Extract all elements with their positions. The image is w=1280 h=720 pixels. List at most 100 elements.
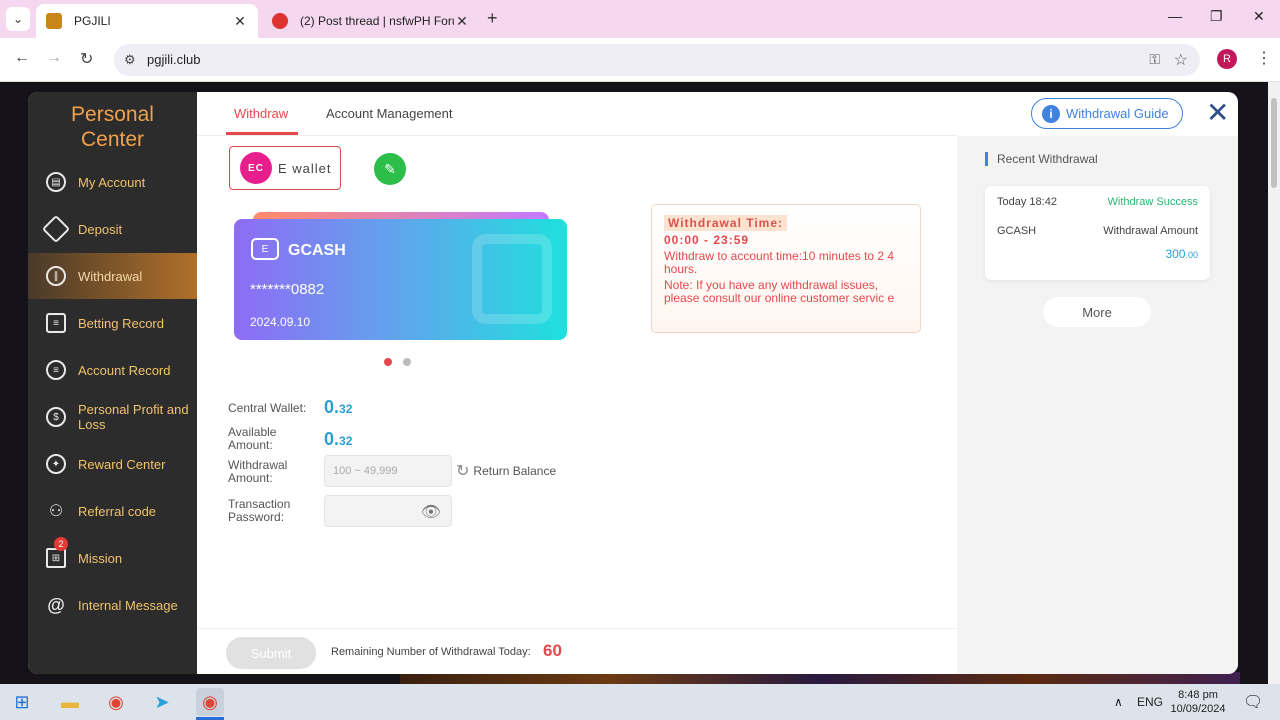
close-modal-icon[interactable]: ✕ [1206, 96, 1229, 129]
close-tab-icon[interactable]: ✕ [232, 13, 248, 30]
carousel-dot[interactable] [403, 358, 411, 366]
sidebar: Personal Center ▤ My Account Deposit ∥ W… [28, 92, 197, 674]
browser-tab-pgjili[interactable]: PGJILI ✕ [36, 4, 258, 38]
tab-withdraw[interactable]: Withdraw [234, 106, 288, 121]
sidebar-item-label: Referral code [78, 503, 157, 519]
available-dec: 32 [339, 434, 353, 448]
password-key-icon[interactable]: ⚿ [1149, 51, 1160, 68]
scrollbar-thumb[interactable] [1271, 98, 1277, 188]
address-bar: ← → ↻ ⚙ pgjili.club ⚿ ☆ [0, 38, 1280, 82]
personal-center-modal: Personal Center ▤ My Account Deposit ∥ W… [28, 92, 1238, 674]
carousel-dot-active[interactable] [384, 358, 392, 366]
sidebar-item-profit-loss[interactable]: $ Personal Profit and Loss [28, 394, 197, 440]
back-icon[interactable]: ← [14, 49, 30, 67]
page-scrollbar[interactable] [1268, 82, 1280, 684]
language-indicator[interactable]: ENG [1137, 695, 1163, 709]
chrome-icon[interactable]: ◉ [102, 688, 130, 716]
recent-withdrawal-item[interactable]: Today 18:42 Withdraw Success GCASH Withd… [985, 186, 1210, 280]
restore-icon[interactable]: ❐ [1210, 8, 1223, 25]
sidebar-item-label: Reward Center [78, 456, 166, 472]
withdrawal-guide-button[interactable]: i Withdrawal Guide [1031, 98, 1183, 129]
ewallet-button[interactable]: EC E wallet [229, 146, 341, 190]
close-window-icon[interactable]: ✕ [1253, 8, 1265, 25]
time-box-range: 00:00 - 23:59 [664, 233, 750, 247]
ewallet-label: E wallet [278, 160, 332, 176]
sidebar-item-internal-message[interactable]: @ Internal Message [28, 582, 197, 628]
mission-badge: 2 [54, 537, 68, 551]
withdraw-amount-label: Withdrawal Amount [1103, 225, 1198, 237]
pgjili-favicon-icon [46, 13, 62, 29]
time-box-line1: Withdraw to account time:10 minutes to 2… [664, 249, 895, 276]
return-balance-button[interactable]: ↻ Return Balance [456, 461, 556, 481]
sidebar-item-deposit[interactable]: Deposit [28, 206, 197, 252]
profile-avatar[interactable]: R [1217, 49, 1237, 69]
sidebar-title-line1: Personal [71, 103, 154, 126]
active-tab-underline [226, 132, 298, 135]
withdraw-time: Today 18:42 [997, 196, 1057, 208]
more-button[interactable]: More [1043, 297, 1151, 327]
card-name: GCASH [288, 242, 346, 259]
menu-kebab-icon[interactable]: ⋮ [1256, 48, 1272, 68]
tab-account-management[interactable]: Account Management [326, 106, 452, 121]
file-explorer-icon[interactable]: ▬ [56, 688, 84, 716]
url-text[interactable]: pgjili.club [147, 52, 200, 67]
withdraw-panel: Withdraw Account Management EC E wallet … [197, 92, 957, 674]
tab-search-icon[interactable]: ⌄ [6, 7, 30, 31]
list-icon: ≡ [46, 360, 66, 380]
wallet-icon: ▤ [46, 172, 66, 192]
bookmark-star-icon[interactable]: ☆ [1174, 50, 1188, 70]
browser-tab-forum[interactable]: (2) Post thread | nsfwPH Forum ✕ [262, 4, 480, 38]
sidebar-item-my-account[interactable]: ▤ My Account [28, 159, 197, 205]
reload-icon[interactable]: ↻ [80, 49, 93, 69]
central-wallet-int: 0. [324, 397, 340, 417]
gift-icon: ⊞ [46, 548, 66, 568]
clipboard-icon: ≡ [46, 313, 66, 333]
forward-icon[interactable]: → [46, 49, 62, 67]
omnibox[interactable]: ⚙ pgjili.club ⚿ ☆ [114, 44, 1200, 76]
transaction-password-label: Transaction Password: [228, 498, 290, 524]
sidebar-item-label: Withdrawal [78, 268, 143, 284]
close-tab-icon[interactable]: ✕ [454, 13, 470, 30]
amount-int: 300 [1165, 247, 1186, 261]
remaining-label: Remaining Number of Withdrawal Today: [331, 646, 531, 658]
submit-button[interactable]: Submit [226, 637, 316, 669]
telegram-icon[interactable]: ➤ [148, 688, 176, 716]
windows-start-icon[interactable]: ⊞ [8, 688, 36, 716]
sidebar-item-mission[interactable]: ⊞ 2 Mission [28, 535, 197, 581]
new-tab-icon[interactable]: + [487, 8, 498, 29]
central-wallet-value: 0.32 [324, 397, 352, 418]
withdrawal-amount-input[interactable]: 100 ~ 49,999 [324, 455, 452, 487]
clock-time: 8:48 pm [1178, 689, 1218, 701]
sidebar-item-withdrawal[interactable]: ∥ Withdrawal [28, 253, 197, 299]
tray-chevron-icon[interactable]: ∧ [1114, 695, 1123, 709]
sidebar-item-account-record[interactable]: ≡ Account Record [28, 347, 197, 393]
profit-icon: $ [46, 407, 66, 427]
minimize-icon[interactable]: — [1168, 8, 1182, 24]
sidebar-title: Personal Center [28, 102, 197, 152]
withdraw-method: GCASH [997, 225, 1037, 237]
notification-icon[interactable]: 🗨 [1243, 692, 1263, 712]
sidebar-title-line2: Center [80, 128, 145, 151]
withdrawal-guide-label: Withdrawal Guide [1066, 106, 1169, 121]
chrome-profile-icon[interactable]: ◉ [196, 688, 224, 716]
sidebar-item-betting-record[interactable]: ≡ Betting Record [28, 300, 197, 346]
return-balance-label: Return Balance [473, 464, 557, 478]
sidebar-item-reward-center[interactable]: ✦ Reward Center [28, 441, 197, 487]
card-number: *******0882 [250, 281, 325, 298]
available-amount-label: Available Amount: [228, 426, 276, 452]
central-wallet-dec: 32 [339, 402, 353, 416]
edit-pencil-icon[interactable]: ✎ [374, 153, 406, 185]
eye-hidden-icon[interactable]: 👁 [421, 502, 441, 522]
sidebar-item-label: My Account [78, 174, 146, 190]
time-box-title: Withdrawal Time: [664, 215, 788, 231]
clock[interactable]: 8:48 pm 10/09/2024 [1168, 688, 1228, 716]
available-int: 0. [324, 429, 340, 449]
tab-title: PGJILI [74, 14, 111, 28]
available-label-2: Amount: [228, 438, 273, 452]
sidebar-item-referral-code[interactable]: ⚇ Referral code [28, 488, 197, 534]
site-info-icon[interactable]: ⚙ [124, 52, 136, 68]
transaction-password-input[interactable]: 👁 [324, 495, 452, 527]
gcash-card[interactable]: E GCASH *******0882 2024.09.10 [234, 219, 567, 340]
withdraw-amount-value: 300.00 [1165, 247, 1198, 261]
tag-icon [41, 214, 71, 244]
